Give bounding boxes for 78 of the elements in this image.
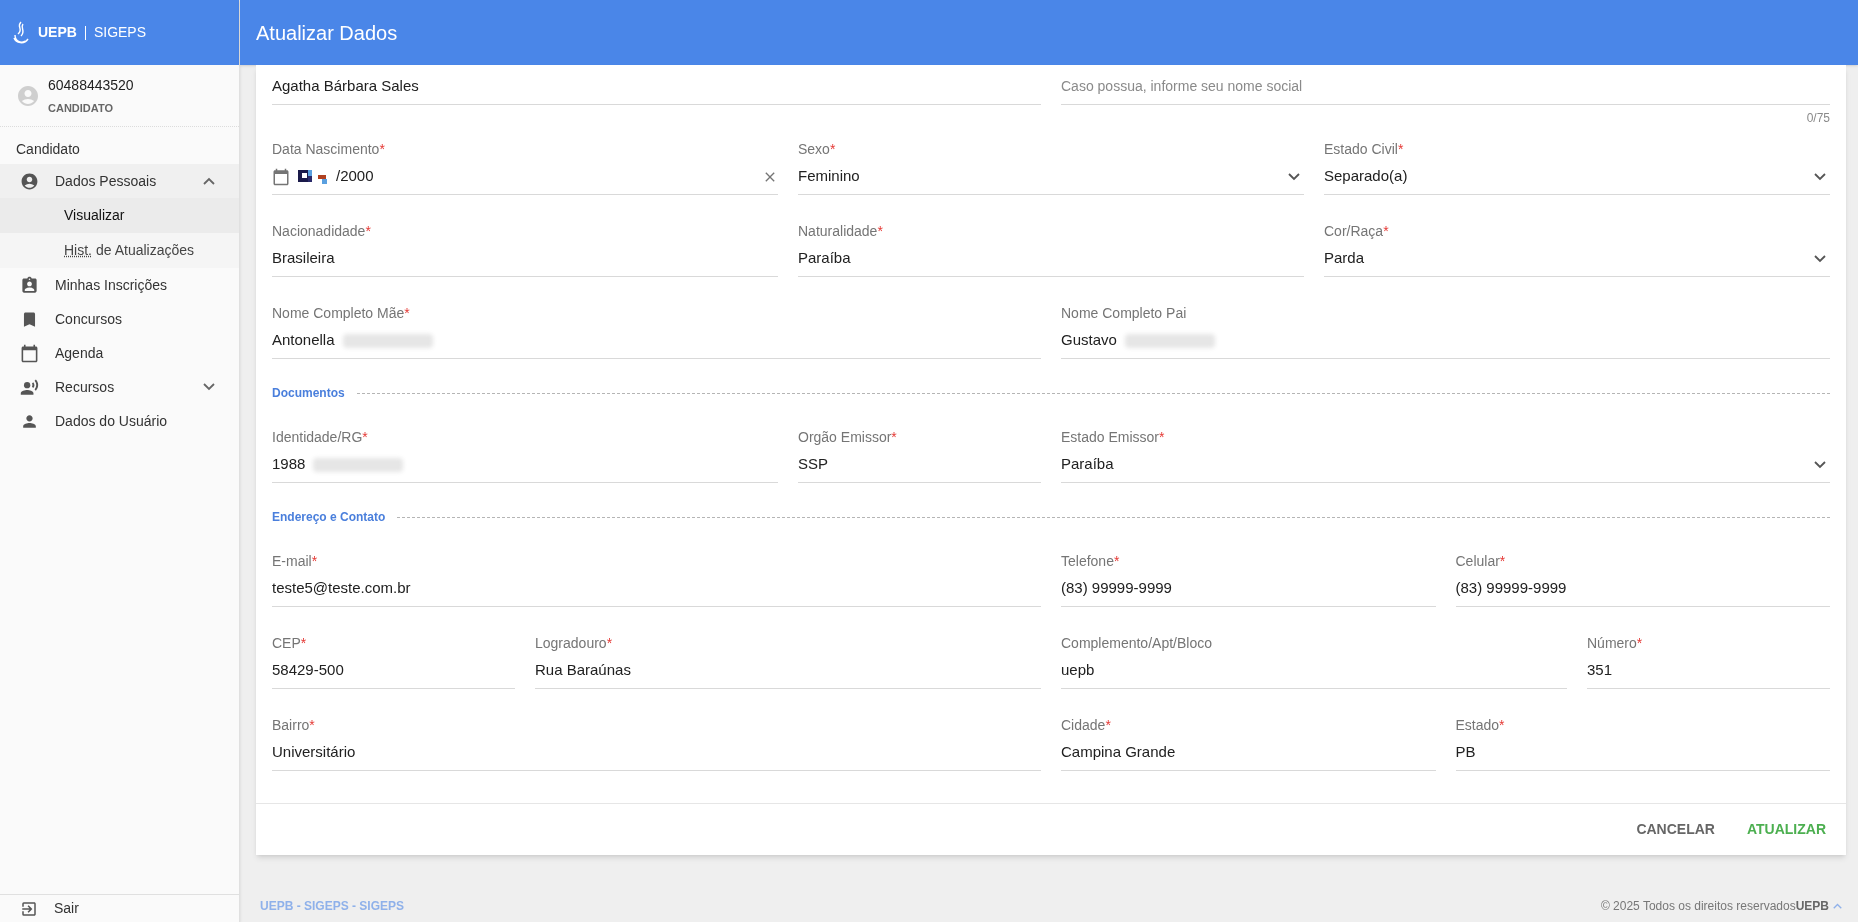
flame-logo-icon	[12, 20, 30, 45]
field-label: Identidade/RG*	[272, 429, 368, 445]
clipboard-person-icon	[20, 275, 39, 295]
input-field[interactable]: Brasileira	[272, 241, 778, 277]
field-label: Logradouro*	[535, 635, 613, 651]
input-field[interactable]: 58429-500	[272, 653, 515, 689]
chevron-down-icon	[1814, 460, 1826, 469]
field-label: Nome Completo Pai	[1061, 305, 1187, 321]
field-label: Complemento/Apt/Bloco	[1061, 635, 1212, 651]
cancel-button[interactable]: CANCELAR	[1624, 811, 1727, 848]
calendar-icon	[272, 167, 290, 186]
input-field[interactable]: Antonella	[272, 323, 1041, 359]
chevron-down-icon	[1288, 172, 1300, 181]
field-label: Nacionadidade*	[272, 223, 371, 239]
input-field[interactable]: teste5@teste.com.br	[272, 571, 1041, 607]
field-label: Estado*	[1455, 717, 1505, 733]
field-label: Estado Emissor*	[1061, 429, 1165, 445]
speaking-person-icon	[20, 377, 39, 397]
input-field[interactable]: Gustavo	[1061, 323, 1830, 359]
copyright-text: © 2025 Todos os direitos reservadosUEPB	[1600, 898, 1829, 915]
chevron-down-icon	[203, 383, 215, 391]
input-field[interactable]: Paraíba	[798, 241, 1304, 277]
input-field[interactable]: 351	[1587, 653, 1830, 689]
input-field[interactable]: PB	[1455, 735, 1830, 771]
field-label: E-mail*	[272, 553, 318, 569]
select-field[interactable]: Parda	[1324, 241, 1830, 277]
calendar-icon	[20, 343, 39, 363]
nav-item[interactable]: Agenda	[0, 336, 239, 370]
input-field[interactable]: Campina Grande	[1061, 735, 1436, 771]
field-label: Telefone*	[1061, 553, 1120, 569]
nav-item[interactable]: Recursos	[0, 370, 239, 404]
section-heading: Endereço e Contato	[272, 509, 386, 526]
field-label: Cidade*	[1061, 717, 1111, 733]
field-label: Estado Civil*	[1324, 141, 1404, 157]
field-label: Data Nascimento*	[272, 141, 385, 157]
chevron-down-icon	[1814, 172, 1826, 181]
section-heading: Documentos	[272, 385, 345, 402]
input-field[interactable]: (83) 99999-9999	[1455, 571, 1830, 607]
select-field[interactable]: Separado(a)	[1324, 159, 1830, 195]
input-field[interactable]: Universitário	[272, 735, 1041, 771]
brand-suffix: SIGEPS	[93, 23, 147, 42]
select-field[interactable]: Feminino	[798, 159, 1304, 195]
field-label: Orgão Emissor*	[798, 429, 897, 445]
field-label: Naturalidade*	[798, 223, 883, 239]
brand-name: UEPB	[38, 23, 77, 42]
footer-links: UEPB - SIGEPS - SIGEPS	[260, 898, 405, 915]
nav-subitem[interactable]: Hist. de Atualizações	[0, 233, 239, 268]
input-field[interactable]: uepb	[1061, 653, 1567, 689]
user-id: 60488443520	[48, 75, 134, 95]
user-role: CANDIDATO	[48, 100, 114, 116]
logout-item[interactable]: Sair	[0, 894, 239, 922]
input-field[interactable]: (83) 99999-9999	[1061, 571, 1436, 607]
nav-item[interactable]: Dados Pessoais	[0, 164, 239, 198]
logout-icon	[20, 899, 38, 918]
field-label: Cor/Raça*	[1324, 223, 1389, 239]
input-field[interactable]: Rua Baraúnas	[535, 653, 1041, 689]
select-field[interactable]: Paraíba	[1061, 447, 1830, 483]
nav-item[interactable]: Minhas Inscrições	[0, 268, 239, 302]
date-field[interactable]: /2000	[272, 159, 778, 195]
field-label: Nome Completo Mãe*	[272, 305, 410, 321]
character-counter: 0/75	[1806, 110, 1830, 125]
nav-subitem[interactable]: Visualizar	[0, 198, 239, 233]
input-field[interactable]: Caso possua, informe seu nome social	[1061, 69, 1830, 105]
field-label: Sexo*	[798, 141, 836, 157]
page-title: Atualizar Dados	[256, 20, 398, 46]
input-field[interactable]: SSP	[798, 447, 1041, 483]
chevron-up-icon	[203, 177, 215, 185]
input-field[interactable]: Agatha Bárbara Sales	[272, 69, 1041, 105]
field-label: Bairro*	[272, 717, 315, 733]
field-label: CEP*	[272, 635, 307, 651]
chevron-down-icon	[1814, 254, 1826, 263]
field-label: Celular*	[1455, 553, 1506, 569]
nav-item[interactable]: Dados do Usuário	[0, 404, 239, 438]
input-field[interactable]: 1988	[272, 447, 778, 483]
field-label: Número*	[1587, 635, 1643, 651]
nav-item[interactable]: Concursos	[0, 302, 239, 336]
section-title: Candidato	[15, 140, 81, 159]
avatar-icon	[16, 83, 40, 108]
